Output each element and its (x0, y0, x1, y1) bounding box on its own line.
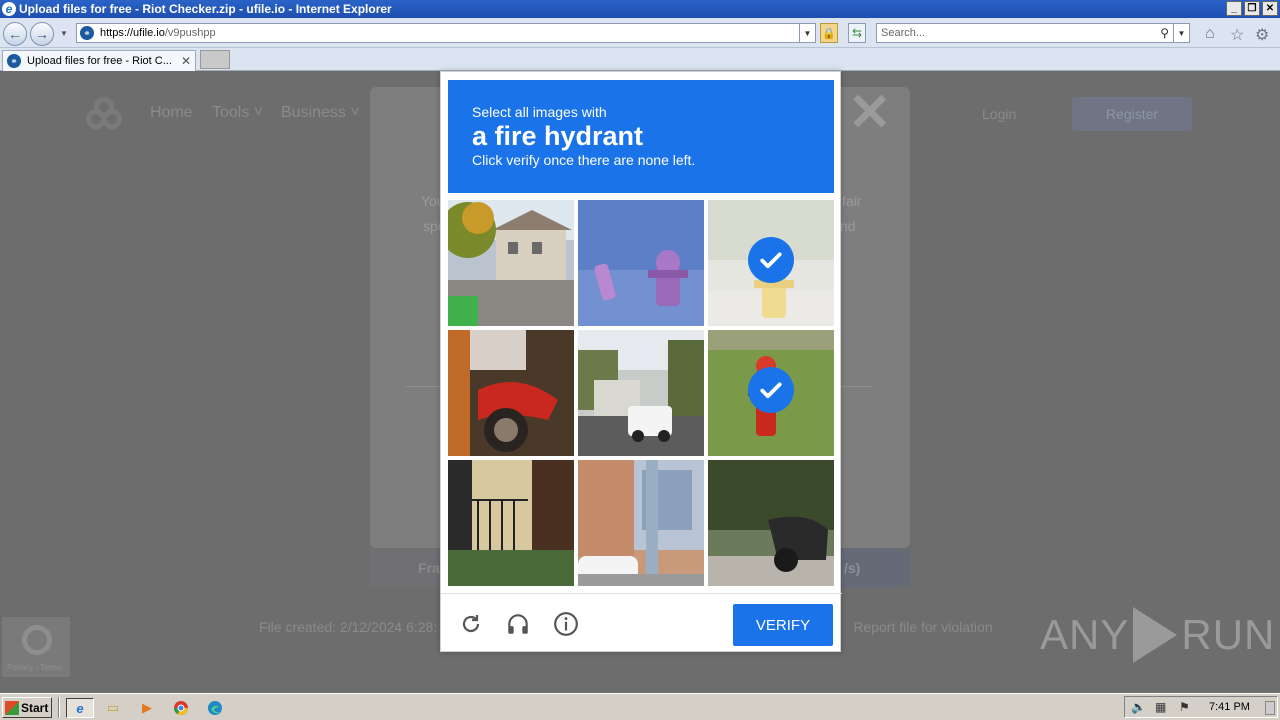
forward-arrow-icon: → (35, 26, 49, 42)
register-button[interactable]: Register (1072, 97, 1192, 131)
captcha-tile-8[interactable] (578, 460, 704, 586)
purple-hydrant-image (578, 200, 704, 326)
ie-logo-icon: e (2, 2, 16, 16)
favorites-star-icon[interactable]: ☆ (1230, 25, 1244, 45)
fast-download-button[interactable]: /s) (840, 549, 910, 587)
close-tab-icon[interactable]: ✕ (181, 54, 191, 68)
street-houses-image (448, 200, 574, 326)
anyrun-watermark: ANY RUN (1040, 607, 1275, 663)
window-controls: _ ❐ ✕ (1226, 1, 1278, 16)
ie-taskbar-icon[interactable]: e (66, 698, 94, 718)
captcha-tile-2[interactable] (578, 200, 704, 326)
new-tab-button[interactable] (200, 50, 230, 69)
pole-car-image (578, 460, 704, 586)
search-input[interactable]: Search... ⚲ ▼ (876, 23, 1190, 43)
window-titlebar: e Upload files for free - Riot Checker.z… (0, 0, 1280, 18)
info-icon[interactable] (552, 610, 580, 638)
address-host: https://ufile.io (100, 27, 165, 39)
selected-check-icon (748, 237, 794, 283)
home-icon[interactable]: ⌂ (1205, 25, 1215, 43)
captcha-tile-4[interactable] (448, 330, 574, 456)
scooter-image (708, 460, 834, 586)
minimize-button[interactable]: _ (1226, 1, 1242, 16)
search-placeholder: Search... (881, 27, 926, 39)
taskbar-divider (58, 697, 60, 718)
back-arrow-icon: ← (8, 26, 22, 42)
verify-button[interactable]: VERIFY (733, 604, 833, 646)
tab-favicon-icon: ⚭ (7, 54, 21, 68)
watermark-right: RUN (1181, 611, 1276, 658)
prompt-target: a fire hydrant (472, 121, 644, 151)
login-link[interactable]: Login (982, 106, 1016, 122)
captcha-tile-6[interactable] (708, 330, 834, 456)
captcha-tile-3[interactable] (708, 200, 834, 326)
truck-road-image (578, 330, 704, 456)
search-dropdown-icon[interactable]: ▼ (1173, 24, 1189, 42)
close-window-button[interactable]: ✕ (1262, 1, 1278, 16)
refresh-icon[interactable]: ⇆ (848, 23, 866, 43)
tab-ufile[interactable]: ⚭ Upload files for free - Riot C... ✕ (2, 50, 196, 71)
explorer-folder-icon[interactable]: ▭ (103, 698, 123, 718)
settings-gear-icon[interactable]: ⚙ (1255, 25, 1269, 45)
watermark-left: ANY (1040, 611, 1130, 658)
captcha-tile-5[interactable] (578, 330, 704, 456)
windows-flag-icon (5, 700, 19, 715)
edge-icon[interactable] (205, 698, 225, 718)
captcha-footer: VERIFY (441, 593, 842, 653)
captcha-tile-1[interactable] (448, 200, 574, 326)
address-path: /v9pushpp (164, 27, 216, 39)
clock: 7:41 PM (1209, 701, 1250, 713)
taskbar: Start e ▭ ▶ 🔈 ▦ ⚑ 7:41 PM (0, 693, 1280, 720)
captcha-tile-9[interactable] (708, 460, 834, 586)
nav-home[interactable]: Home (150, 104, 193, 122)
tab-bar: ⚭ Upload files for free - Riot C... ✕ (0, 48, 1280, 71)
building-railing-image (448, 460, 574, 586)
report-link[interactable]: | Report file for violation (838, 619, 993, 635)
report-text: Report file for violation (853, 619, 993, 635)
play-logo-icon (1133, 607, 1178, 663)
address-bar[interactable]: ⚭ https://ufile.io/v9pushpp ▼ (76, 23, 816, 43)
back-button[interactable]: ← (3, 22, 27, 46)
browser-navbar: ← → ▼ ⚭ https://ufile.io/v9pushpp ▼ 🔒 ⇆ … (0, 18, 1280, 48)
chrome-icon[interactable] (171, 698, 191, 718)
refresh-challenge-icon[interactable] (457, 610, 485, 638)
window-title: Upload files for free - Riot Checker.zip… (19, 2, 392, 16)
modal-text-1-right: fair (842, 193, 862, 209)
motorcycle-image (448, 330, 574, 456)
captcha-image-grid (448, 200, 834, 586)
ufile-logo-icon (86, 97, 130, 133)
start-label: Start (21, 700, 49, 715)
search-icon[interactable]: ⚲ (1160, 26, 1169, 40)
recaptcha-badge[interactable]: Privacy - Terms (2, 617, 70, 677)
selected-check-icon (748, 367, 794, 413)
prompt-line-1: Select all images with (472, 104, 607, 120)
modal-close-icon[interactable]: ✕ (848, 87, 892, 139)
prompt-line-3: Click verify once there are none left. (472, 152, 696, 168)
lock-icon[interactable]: 🔒 (820, 23, 838, 43)
captcha-prompt: Select all images with a fire hydrant Cl… (448, 80, 834, 193)
system-tray: 🔈 ▦ ⚑ 7:41 PM (1124, 696, 1278, 718)
recaptcha-terms: Privacy - Terms (7, 663, 62, 672)
history-dropdown-icon[interactable]: ▼ (60, 29, 68, 38)
media-player-icon[interactable]: ▶ (137, 698, 157, 718)
site-favicon-icon: ⚭ (80, 26, 94, 40)
restore-button[interactable]: ❐ (1244, 1, 1260, 16)
modal-text-2-right: nd (840, 218, 856, 234)
nav-business[interactable]: Business ˅ (281, 104, 360, 122)
start-button[interactable]: Start (2, 697, 52, 718)
address-dropdown-icon[interactable]: ▼ (799, 24, 815, 42)
tab-label: Upload files for free - Riot C... (27, 55, 172, 67)
recaptcha-logo-icon (22, 625, 52, 655)
forward-button[interactable]: → (30, 22, 54, 46)
free-download-button[interactable]: Fra (370, 549, 440, 587)
network-icon[interactable]: ▦ (1155, 700, 1166, 714)
file-created-text: File created: 2/12/2024 6:28: (259, 619, 438, 635)
volume-icon[interactable]: 🔈 (1131, 700, 1146, 714)
action-center-flag-icon[interactable]: ⚑ (1179, 700, 1190, 714)
nav-tools[interactable]: Tools ˅ (212, 104, 263, 122)
audio-challenge-icon[interactable] (504, 610, 532, 638)
captcha-tile-7[interactable] (448, 460, 574, 586)
captcha-challenge: Select all images with a fire hydrant Cl… (440, 71, 842, 653)
show-desktop-button[interactable] (1265, 701, 1275, 715)
